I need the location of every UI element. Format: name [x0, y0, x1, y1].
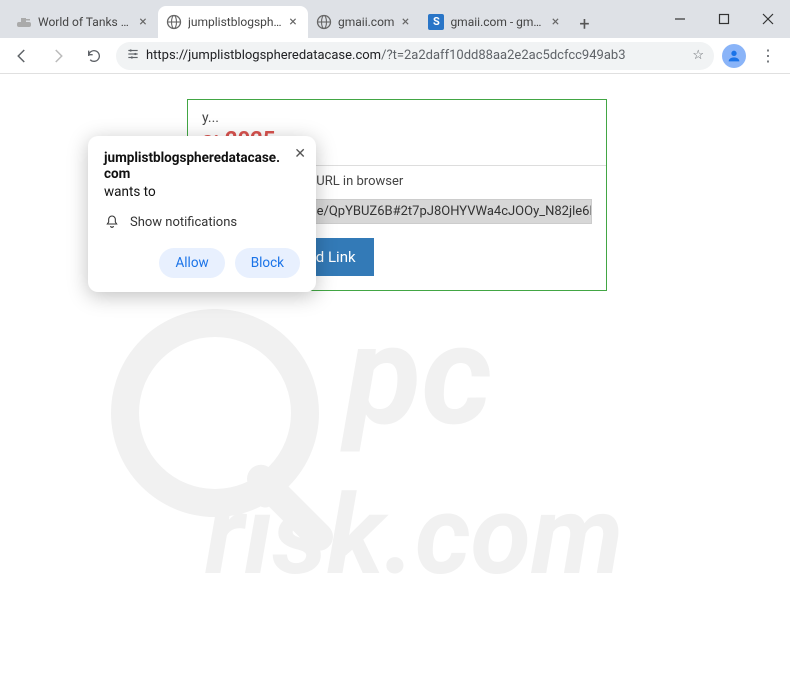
tab-3[interactable]: S gmaii.com - gmaii Resourc... ×: [420, 6, 570, 38]
site-settings-icon[interactable]: [126, 47, 140, 65]
notification-site: jumplistblogspheredatacase.com: [104, 150, 300, 182]
window-controls: [658, 0, 790, 38]
kebab-menu-icon[interactable]: ⋮: [754, 46, 782, 65]
s-favicon: S: [428, 14, 444, 30]
close-icon[interactable]: ✕: [294, 146, 306, 162]
tab-0[interactable]: World of Tanks – nemokam... ×: [8, 6, 158, 38]
svg-text:risk.com: risk.com: [205, 471, 623, 600]
tab-1[interactable]: jumplistblogspheredatacas... ×: [158, 6, 308, 38]
allow-button[interactable]: Allow: [159, 248, 224, 278]
tab-2[interactable]: gmaii.com ×: [308, 6, 420, 38]
block-button[interactable]: Block: [235, 248, 300, 278]
tab-title: gmaii.com: [338, 15, 394, 29]
close-icon[interactable]: ×: [136, 15, 150, 29]
reload-button[interactable]: [80, 42, 108, 70]
globe-icon: [166, 14, 182, 30]
notification-perm-label: Show notifications: [130, 215, 237, 230]
close-icon[interactable]: ×: [286, 15, 300, 29]
new-tab-button[interactable]: +: [570, 10, 598, 38]
forward-button[interactable]: [44, 42, 72, 70]
tank-icon: [16, 14, 32, 30]
minimize-button[interactable]: [658, 0, 702, 38]
page-content: pc risk.com y... s: 2025 Copy and paste …: [0, 74, 790, 696]
browser-tabstrip: World of Tanks – nemokam... × jumplistbl…: [0, 0, 790, 38]
globe-icon: [316, 14, 332, 30]
back-button[interactable]: [8, 42, 36, 70]
bookmark-star-icon[interactable]: ☆: [692, 48, 704, 63]
tab-title: gmaii.com - gmaii Resourc...: [450, 15, 544, 29]
close-window-button[interactable]: [746, 0, 790, 38]
close-icon[interactable]: ×: [548, 15, 562, 29]
tab-title: World of Tanks – nemokam...: [38, 15, 132, 29]
notification-wants: wants to: [104, 184, 300, 200]
profile-avatar[interactable]: [722, 44, 746, 68]
close-icon[interactable]: ×: [398, 15, 412, 29]
url-text: https://jumplistblogspheredatacase.com/?…: [146, 48, 686, 63]
svg-text:pc: pc: [340, 294, 492, 458]
bell-icon: [104, 214, 120, 230]
maximize-button[interactable]: [702, 0, 746, 38]
address-bar[interactable]: https://jumplistblogspheredatacase.com/?…: [116, 42, 714, 70]
browser-toolbar: https://jumplistblogspheredatacase.com/?…: [0, 38, 790, 74]
panel-heading: y...: [188, 100, 606, 128]
notification-permission-row: Show notifications: [104, 214, 300, 230]
notification-permission-popup: ✕ jumplistblogspheredatacase.com wants t…: [88, 136, 316, 292]
tab-title: jumplistblogspheredatacas...: [188, 15, 282, 29]
